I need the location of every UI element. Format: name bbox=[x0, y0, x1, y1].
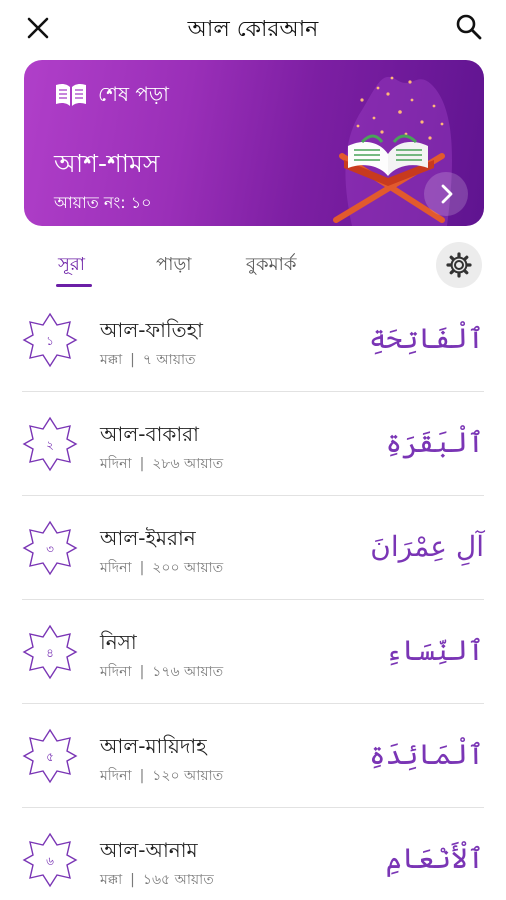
surah-number: ৫ bbox=[46, 750, 54, 764]
surah-ayah-count: ১৭৬ আয়াত bbox=[152, 664, 224, 680]
surah-place: মক্কা bbox=[100, 872, 123, 888]
number-star-icon: ৫ bbox=[22, 728, 78, 784]
list-item[interactable]: ৫ আল-মায়িদাহ মদিনা | ১২০ আয়াত ٱلْمَائِدَ… bbox=[22, 704, 484, 808]
surah-name: নিসা bbox=[100, 630, 137, 654]
surah-meta: মদিনা | ১৭৬ আয়াত bbox=[100, 660, 223, 684]
surah-number: ৪ bbox=[46, 646, 54, 660]
last-read-label: শেষ পড়া bbox=[98, 82, 169, 106]
surah-arabic-name: آلِ عِمْرَانَ bbox=[370, 530, 484, 563]
surah-meta: মদিনা | ২৮৬ আয়াত bbox=[100, 452, 223, 476]
last-read-surah: আশ-শামস bbox=[54, 149, 160, 178]
surah-arabic-name: ٱلْبَقَرَةِ bbox=[385, 426, 484, 459]
surah-ayah-count: ২৮৬ আয়াত bbox=[152, 456, 224, 472]
surah-name: আল-মায়িদাহ bbox=[100, 734, 207, 758]
surah-place: মদিনা bbox=[100, 664, 132, 680]
surah-arabic-name: ٱلنِّسَاءِ bbox=[385, 634, 484, 667]
list-item[interactable]: ৬ আল-আনাম মক্কা | ১৬৫ আয়াত ٱلْأَنْعَامِ bbox=[22, 808, 484, 900]
tab-surah[interactable]: সূরা bbox=[58, 250, 85, 281]
surah-meta: মক্কা | ১৬৫ আয়াত bbox=[100, 868, 214, 892]
surah-meta: মদিনা | ২০০ আয়াত bbox=[100, 556, 223, 580]
surah-name: আল-বাকারা bbox=[100, 422, 199, 446]
surah-ayah-count: ১২০ আয়াত bbox=[152, 768, 224, 784]
surah-place: মদিনা bbox=[100, 768, 132, 784]
number-star-icon: ৩ bbox=[22, 520, 78, 576]
meta-separator: | bbox=[139, 664, 145, 680]
surah-number: ২ bbox=[46, 438, 54, 452]
meta-separator: | bbox=[130, 872, 135, 888]
surah-place: মদিনা bbox=[100, 560, 132, 576]
surah-meta: মদিনা | ১২০ আয়াত bbox=[100, 764, 223, 788]
surah-name: আল-আনাম bbox=[100, 838, 198, 862]
number-star-icon: ৪ bbox=[22, 624, 78, 680]
surah-place: মক্কা bbox=[100, 352, 123, 368]
tab-bookmark[interactable]: বুকমার্ক bbox=[246, 250, 296, 281]
page-title: আল কোরআন bbox=[187, 17, 319, 42]
book-icon bbox=[56, 83, 86, 106]
chevron-right-icon bbox=[441, 184, 453, 204]
surah-number: ৩ bbox=[46, 542, 54, 556]
surah-ayah-count: ১৬৫ আয়াত bbox=[142, 872, 214, 888]
active-tab-indicator bbox=[56, 284, 92, 287]
list-item[interactable]: ১ আল-ফাতিহা মক্কা | ৭ আয়াত ٱلْفَاتِحَةِ bbox=[22, 288, 484, 392]
number-star-icon: ১ bbox=[22, 312, 78, 368]
last-read-ayah: আয়াত নং: ১০ bbox=[54, 193, 152, 212]
surah-arabic-name: ٱلْفَاتِحَةِ bbox=[369, 322, 484, 355]
meta-separator: | bbox=[139, 456, 145, 472]
meta-separator: | bbox=[139, 768, 145, 784]
surah-meta: মক্কা | ৭ আয়াত bbox=[100, 348, 196, 372]
search-icon[interactable] bbox=[454, 12, 484, 42]
list-item[interactable]: ৩ আল-ইমরান মদিনা | ২০০ আয়াত آلِ عِمْرَانَ bbox=[22, 496, 484, 600]
surah-arabic-name: ٱلْأَنْعَامِ bbox=[385, 842, 484, 875]
list-item[interactable]: ৪ নিসা মদিনা | ১৭৬ আয়াত ٱلنِّسَاءِ bbox=[22, 600, 484, 704]
meta-separator: | bbox=[130, 352, 135, 368]
number-star-icon: ৬ bbox=[22, 832, 78, 888]
surah-place: মদিনা bbox=[100, 456, 132, 472]
tab-bar: সূরা পাড়া বুকমার্ক bbox=[0, 240, 506, 292]
top-bar: আল কোরআন bbox=[0, 0, 506, 56]
continue-reading-button[interactable] bbox=[424, 172, 468, 216]
tab-para[interactable]: পাড়া bbox=[156, 250, 192, 281]
settings-button[interactable] bbox=[436, 242, 482, 288]
surah-ayah-count: ৭ আয়াত bbox=[142, 352, 196, 368]
surah-number: ৬ bbox=[46, 854, 54, 868]
number-star-icon: ২ bbox=[22, 416, 78, 472]
last-read-card[interactable]: শেষ পড়া আশ-শামস আয়াত নং: ১০ bbox=[24, 60, 484, 226]
list-item[interactable]: ২ আল-বাকারা মদিনা | ২৮৬ আয়াত ٱلْبَقَرَةِ bbox=[22, 392, 484, 496]
surah-arabic-name: ٱلْمَائِدَةِ bbox=[369, 738, 484, 771]
gear-icon bbox=[446, 252, 472, 278]
surah-name: আল-ইমরান bbox=[100, 526, 196, 550]
surah-ayah-count: ২০০ আয়াত bbox=[152, 560, 224, 576]
surah-number: ১ bbox=[46, 334, 54, 348]
meta-separator: | bbox=[139, 560, 145, 576]
surah-name: আল-ফাতিহা bbox=[100, 318, 203, 342]
